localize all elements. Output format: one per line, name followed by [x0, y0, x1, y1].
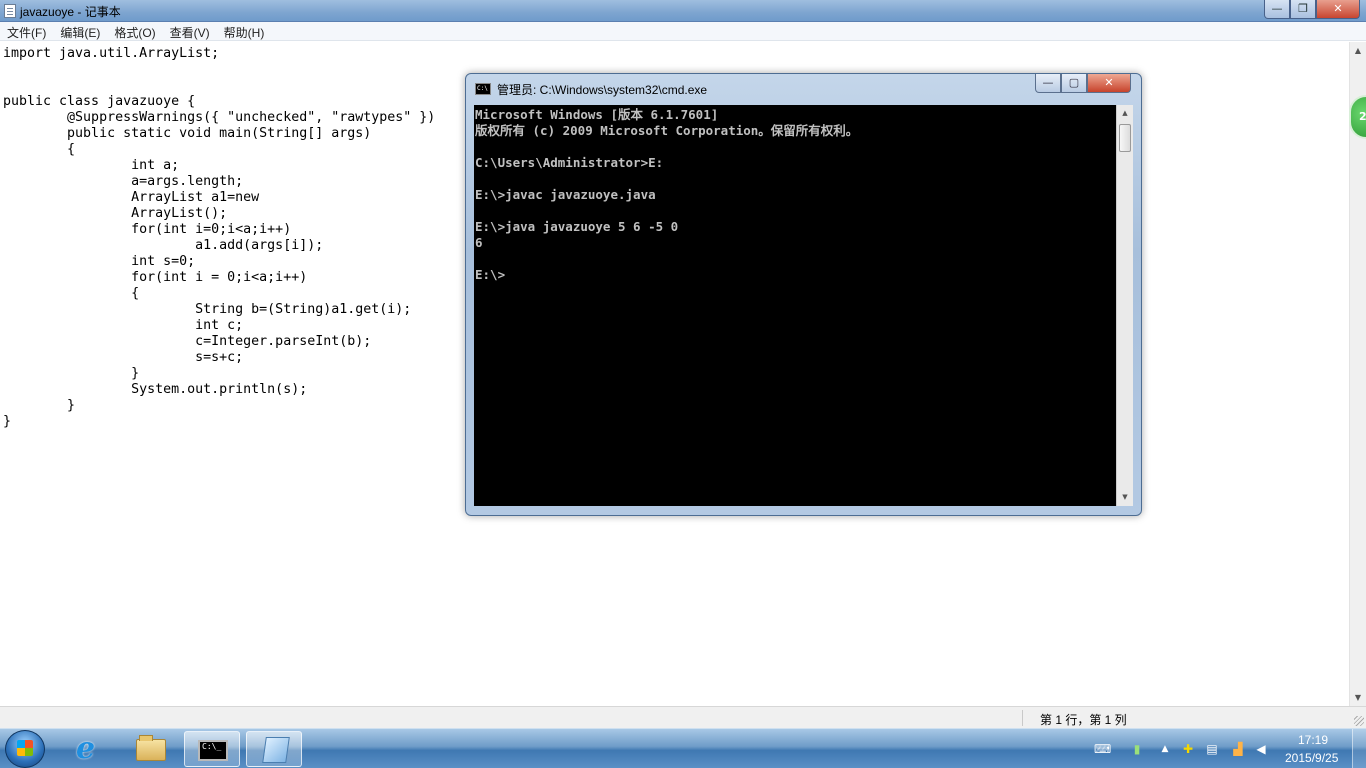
taskbar: e C:\_ ⌨ ▮ ▲ ✚ ▤ ▟ ◀ 17:19 2015/9/25 [0, 728, 1366, 768]
show-hidden-icons-icon[interactable]: ▲ [1157, 741, 1173, 757]
battery-icon[interactable]: ▮ [1129, 741, 1145, 757]
maximize-button[interactable]: ❐ [1290, 0, 1316, 19]
cmd-minimize-button[interactable]: — [1035, 74, 1061, 93]
taskbar-explorer-button[interactable] [122, 731, 178, 767]
cmd-scroll-up-icon[interactable]: ▲ [1117, 105, 1133, 122]
cmd-close-button[interactable]: ✕ [1087, 74, 1131, 93]
cmd-window[interactable]: C:\ 管理员: C:\Windows\system32\cmd.exe — ▢… [465, 73, 1142, 516]
menu-file[interactable]: 文件(F) [0, 22, 53, 40]
show-desktop-button[interactable] [1352, 729, 1366, 768]
scroll-up-arrow-icon[interactable]: ▲ [1350, 42, 1366, 59]
notepad-titlebar[interactable]: javazuoye - 记事本 — ❐ ✕ [0, 0, 1366, 22]
internet-explorer-icon: e [76, 731, 96, 766]
cursor-position: 第 1 行，第 1 列 [1040, 713, 1127, 727]
cmd-title: 管理员: C:\Windows\system32\cmd.exe [497, 83, 708, 97]
notepad-window-controls: — ❐ ✕ [1264, 0, 1360, 19]
menu-bar: 文件(F) 编辑(E) 格式(O) 查看(V) 帮助(H) [0, 22, 1366, 41]
minimize-button[interactable]: — [1264, 0, 1290, 19]
notepad-icon [4, 4, 16, 18]
add-icon[interactable]: ✚ [1180, 741, 1196, 757]
taskbar-notepad-button[interactable] [246, 731, 302, 767]
notepad-title: javazuoye - 记事本 [20, 5, 121, 19]
start-button[interactable] [5, 730, 45, 768]
network-icon[interactable]: ▟ [1230, 741, 1246, 757]
command-prompt-icon: C:\_ [198, 740, 228, 761]
menu-format[interactable]: 格式(O) [107, 22, 162, 40]
menu-edit[interactable]: 编辑(E) [53, 22, 107, 40]
taskbar-cmd-button[interactable]: C:\_ [184, 731, 240, 767]
command-prompt-icon: C:\ [475, 83, 491, 95]
notepad-vertical-scrollbar[interactable]: ▲ ▼ [1349, 42, 1366, 706]
menu-view[interactable]: 查看(V) [163, 22, 217, 40]
cmd-scroll-down-icon[interactable]: ▼ [1117, 489, 1133, 506]
cmd-vertical-scrollbar[interactable]: ▲ ▼ [1116, 105, 1133, 506]
volume-icon[interactable]: ◀ [1253, 741, 1269, 757]
windows-logo-icon [17, 740, 33, 756]
menu-help[interactable]: 帮助(H) [217, 22, 272, 40]
status-divider [1022, 710, 1023, 726]
cmd-output: Microsoft Windows [版本 6.1.7601] 版权所有 (c)… [475, 107, 859, 282]
folder-icon [136, 735, 166, 761]
notepad-status-bar: 第 1 行，第 1 列 [0, 706, 1366, 728]
clock-time[interactable]: 17:19 [1298, 733, 1328, 747]
cmd-scroll-thumb[interactable] [1119, 124, 1131, 152]
notepad-icon [262, 737, 290, 763]
keyboard-icon[interactable]: ⌨ [1094, 741, 1111, 757]
cmd-titlebar[interactable]: C:\ 管理员: C:\Windows\system32\cmd.exe — ▢… [466, 74, 1141, 102]
resize-grip[interactable] [1354, 716, 1364, 726]
scroll-down-arrow-icon[interactable]: ▼ [1350, 689, 1366, 706]
clock-date[interactable]: 2015/9/25 [1285, 751, 1338, 765]
side-gadget-badge[interactable]: 25 [1349, 95, 1366, 139]
taskbar-ie-button[interactable]: e [62, 731, 118, 767]
cmd-console[interactable]: Microsoft Windows [版本 6.1.7601] 版权所有 (c)… [474, 105, 1116, 506]
cmd-maximize-button[interactable]: ▢ [1061, 74, 1087, 93]
cmd-window-controls: — ▢ ✕ [1035, 74, 1131, 93]
close-button[interactable]: ✕ [1316, 0, 1360, 19]
clipboard-icon[interactable]: ▤ [1204, 741, 1220, 757]
